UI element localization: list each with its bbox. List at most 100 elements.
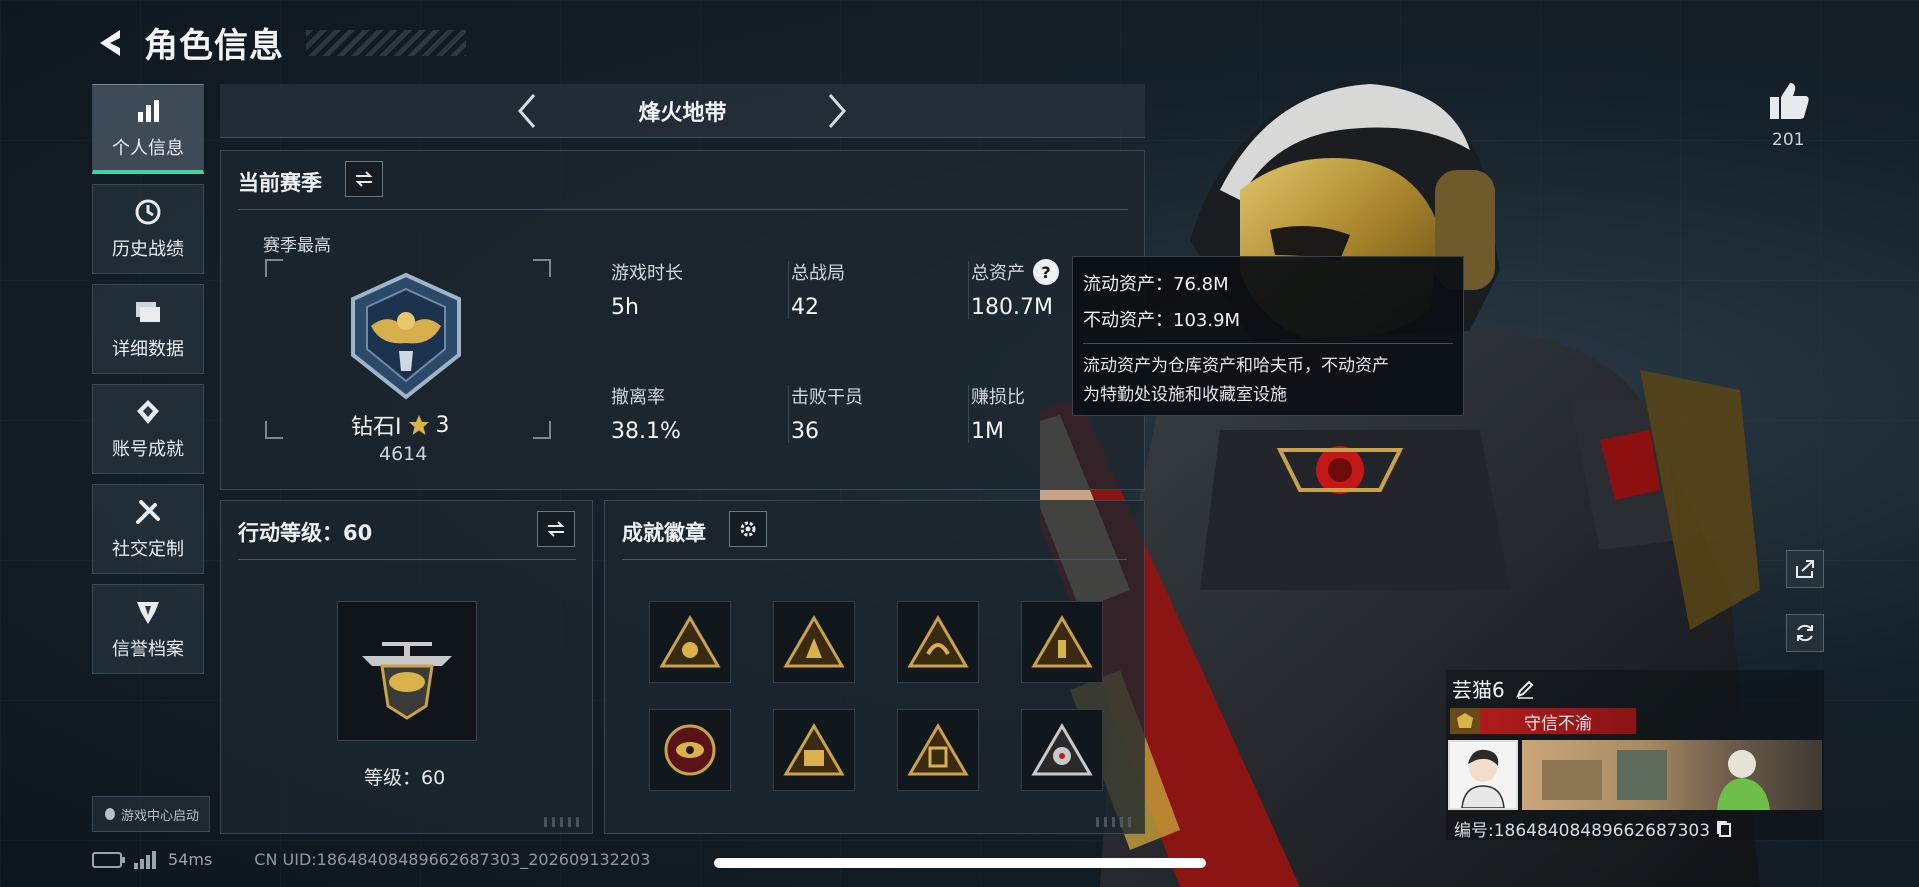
badge-triangle-icon bbox=[659, 615, 721, 668]
stat-operators-defeated: 击败干员 36 bbox=[791, 383, 961, 444]
nav-label: 信誉档案 bbox=[112, 639, 184, 660]
banner-illustration-icon bbox=[1542, 750, 1770, 810]
player-title-text: 守信不渝 bbox=[1524, 713, 1592, 734]
achievement-badge[interactable] bbox=[1021, 709, 1103, 791]
achievement-badge[interactable] bbox=[773, 601, 855, 683]
nav-label: 详细数据 bbox=[112, 339, 184, 360]
bar-chart-icon bbox=[138, 99, 159, 122]
achievement-badge[interactable] bbox=[649, 709, 731, 791]
nav-item-detailed-data[interactable]: 详细数据 bbox=[92, 284, 204, 374]
divider bbox=[968, 385, 969, 443]
profile-banner[interactable] bbox=[1522, 740, 1822, 810]
signal-icon bbox=[134, 850, 156, 869]
ping-value: 54ms bbox=[168, 850, 213, 869]
stat-label: 击败干员 bbox=[791, 387, 863, 408]
like-count: 201 bbox=[1772, 130, 1805, 150]
stat-play-time: 游戏时长 5h bbox=[611, 259, 781, 320]
badge-triangle-icon bbox=[1031, 723, 1093, 776]
map-selector: 烽火地带 bbox=[220, 84, 1145, 138]
nav-item-history[interactable]: 历史战绩 bbox=[92, 184, 204, 274]
stat-label: 撤离率 bbox=[611, 387, 665, 408]
achievement-badge[interactable] bbox=[773, 709, 855, 791]
level-switch-button[interactable] bbox=[537, 511, 575, 547]
stat-value: 38.1% bbox=[611, 419, 681, 444]
nav-label: 社交定制 bbox=[112, 539, 184, 560]
clock-icon bbox=[135, 199, 161, 225]
player-card: 芸猫6 守信不渝 编号:18648408489662687303 bbox=[1446, 670, 1824, 841]
level-badge bbox=[337, 601, 477, 741]
home-indicator[interactable] bbox=[714, 858, 1206, 868]
season-switch-button[interactable] bbox=[345, 161, 383, 197]
level-title: 行动等级：60 bbox=[238, 521, 373, 545]
stat-total-matches: 总战局 42 bbox=[791, 259, 961, 320]
game-center-button[interactable]: 游戏中心启动 bbox=[92, 796, 210, 832]
map-name: 烽火地带 bbox=[638, 100, 727, 126]
achievement-badge[interactable] bbox=[649, 601, 731, 683]
divider bbox=[622, 559, 1127, 560]
stat-value: 36 bbox=[791, 419, 819, 444]
back-button[interactable] bbox=[92, 23, 126, 63]
divider bbox=[238, 559, 576, 560]
copy-icon[interactable] bbox=[1716, 820, 1732, 838]
helicopter-badge-icon bbox=[362, 642, 452, 720]
stat-value: 42 bbox=[791, 295, 819, 320]
player-id-row: 编号:18648408489662687303 bbox=[1454, 816, 1732, 841]
game-center-label: 游戏中心启动 bbox=[120, 808, 199, 824]
edit-icon[interactable] bbox=[1515, 679, 1535, 699]
season-panel: 当前赛季 赛季最高 钻石I 3 4614 游戏时长 5h 总战局 42 总资产 … bbox=[220, 150, 1145, 490]
back-arrow-icon bbox=[100, 29, 120, 56]
tag-emblem-icon bbox=[1450, 708, 1480, 734]
level-panel: 行动等级：60 等级：60 bbox=[220, 500, 593, 834]
divider bbox=[238, 209, 1128, 210]
rank-stars: 3 bbox=[435, 412, 450, 438]
level-text: 等级：60 bbox=[364, 767, 446, 789]
refresh-button[interactable] bbox=[1786, 614, 1824, 652]
chevron-left-icon bbox=[518, 94, 536, 128]
refresh-icon bbox=[1797, 624, 1813, 642]
tooltip-description-line2: 为特勤处设施和收藏室设施 bbox=[1083, 385, 1287, 405]
qq-icon bbox=[104, 808, 115, 820]
achievement-badge[interactable] bbox=[897, 601, 979, 683]
like-button[interactable] bbox=[1764, 76, 1814, 126]
swap-icon bbox=[355, 171, 373, 187]
season-title: 当前赛季 bbox=[238, 171, 322, 195]
page-title: 角色信息 bbox=[144, 26, 284, 66]
star-icon bbox=[408, 415, 429, 435]
stat-label-text: 总资产 bbox=[971, 263, 1025, 284]
badge-triangle-icon bbox=[907, 723, 969, 776]
stat-label: 游戏时长 bbox=[611, 263, 683, 284]
badge-triangle-icon bbox=[783, 615, 845, 668]
thumbs-up-icon bbox=[1770, 83, 1809, 119]
player-id: 编号:18648408489662687303 bbox=[1454, 821, 1711, 841]
tooltip-fixed-assets: 不动资产：103.9M bbox=[1083, 310, 1241, 331]
frame-corner bbox=[265, 259, 283, 277]
prev-map-button[interactable] bbox=[510, 94, 544, 128]
help-icon[interactable]: ? bbox=[1033, 259, 1059, 285]
divider bbox=[1083, 343, 1453, 344]
divider bbox=[968, 261, 969, 319]
badge-triangle-icon bbox=[907, 615, 969, 668]
achievement-badge[interactable] bbox=[897, 709, 979, 791]
achievement-badge[interactable] bbox=[1021, 601, 1103, 683]
divider bbox=[788, 385, 789, 443]
share-button[interactable] bbox=[1786, 550, 1824, 588]
nav-item-achievements[interactable]: 账号成就 bbox=[92, 384, 204, 474]
player-name: 芸猫6 bbox=[1452, 678, 1505, 702]
achievements-settings-button[interactable] bbox=[729, 511, 767, 547]
side-nav: 个人信息 历史战绩 详细数据 账号成就 社交定制 信誉档案 bbox=[92, 84, 204, 684]
nav-item-personal-info[interactable]: 个人信息 bbox=[92, 84, 204, 174]
next-map-button[interactable] bbox=[820, 94, 854, 128]
battery-icon bbox=[92, 851, 125, 868]
nav-item-reputation[interactable]: 信誉档案 bbox=[92, 584, 204, 674]
player-name-row: 芸猫6 bbox=[1452, 674, 1535, 703]
folder-icon bbox=[136, 302, 160, 322]
diamond-rank-badge-icon bbox=[351, 272, 461, 400]
rank-tier: 钻石I bbox=[351, 415, 402, 440]
panel-decoration bbox=[1096, 817, 1136, 827]
rank-name: 钻石I 3 bbox=[351, 409, 450, 441]
nav-item-social[interactable]: 社交定制 bbox=[92, 484, 204, 574]
achievements-title: 成就徽章 bbox=[622, 521, 706, 545]
uid-text: CN UID:18648408489662687303_202609132203 bbox=[254, 850, 651, 869]
title-decoration bbox=[306, 29, 466, 56]
avatar[interactable] bbox=[1448, 740, 1518, 810]
